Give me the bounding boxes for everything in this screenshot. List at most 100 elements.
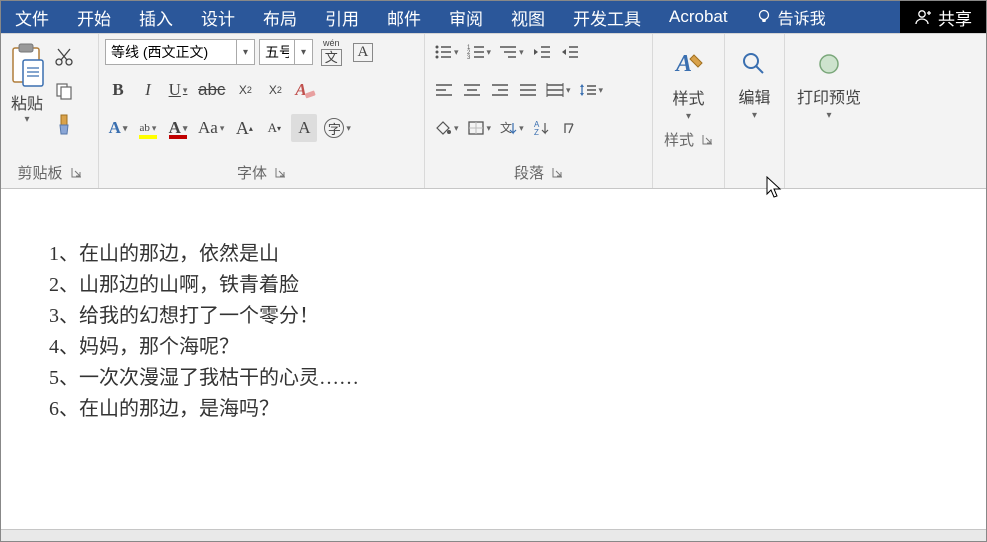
pilcrow-icon [561,120,579,136]
tab-home[interactable]: 开始 [63,1,125,33]
char-border-button[interactable]: A [350,38,377,66]
char-shading-button[interactable]: A [291,114,317,142]
group-print-preview: 打印预览 ▾ [785,34,873,188]
menubar: 文件 开始 插入 设计 布局 引用 邮件 审阅 视图 开发工具 Acrobat … [1,1,986,34]
justify-icon [519,82,537,98]
print-preview-label: 打印预览 [797,84,861,108]
distributed-icon [546,82,564,98]
share-button[interactable]: 共享 [900,1,986,33]
text-direction-icon: 文 [499,120,517,136]
subscript-button[interactable]: X2 [232,76,258,104]
group-clipboard: 粘贴 ▾ 剪贴板 [1,34,99,188]
font-size-dropdown[interactable]: ▾ [294,40,312,64]
grow-font-button[interactable]: A▴ [231,114,257,142]
font-size-input[interactable] [260,40,294,64]
group-styles-label: 样式 [664,129,694,150]
enclose-chars-button[interactable]: 字▾ [321,114,354,142]
doc-line: 6、在山的那边，是海吗？ [49,394,986,425]
increase-indent-button[interactable] [557,38,583,66]
text-effects-button[interactable]: A▾ [105,114,131,142]
paragraph-launcher[interactable] [552,167,563,178]
cut-button[interactable] [51,44,77,70]
strikethrough-button[interactable]: abc [195,76,228,104]
superscript-button[interactable]: X2 [262,76,288,104]
phonetic-top: wén [320,38,343,49]
tab-file[interactable]: 文件 [1,1,63,33]
numbering-button[interactable]: 123▾ [464,38,495,66]
line-spacing-button[interactable]: ▾ [576,76,607,104]
styles-icon: A [672,49,706,79]
font-name-dropdown[interactable]: ▾ [236,40,254,64]
copy-button[interactable] [51,78,77,104]
multilevel-list-button[interactable]: ▾ [496,38,527,66]
borders-button[interactable]: ▾ [464,114,495,142]
edit-button[interactable]: 编辑 ▾ [738,38,770,126]
svg-text:A: A [674,51,692,77]
clipboard-launcher[interactable] [71,167,82,178]
document-area[interactable]: 1、在山的那边，依然是山 2、山那边的山啊，铁青着脸 3、给我的幻想打了一个零分… [1,189,986,529]
italic-button[interactable]: I [135,76,161,104]
align-right-button[interactable] [487,76,513,104]
tab-insert[interactable]: 插入 [125,1,187,33]
bullets-icon [434,44,452,60]
print-preview-button[interactable]: 打印预览 ▾ [797,38,861,126]
copy-icon [54,81,74,101]
doc-line: 2、山那边的山啊，铁青着脸 [49,270,986,301]
tab-review[interactable]: 审阅 [435,1,497,33]
group-styles: A 样式 ▾ 样式 [653,34,725,188]
paste-label: 粘贴 [11,90,43,114]
decrease-indent-button[interactable] [529,38,555,66]
sub-x: X [239,83,247,97]
underline-button[interactable]: U▾ [165,76,191,104]
sort-button[interactable]: AZ [529,114,555,142]
borders-icon [467,120,485,136]
font-name-combo[interactable]: ▾ [105,39,255,65]
phonetic-guide-button[interactable]: wén 文 [317,38,346,66]
change-case-button[interactable]: Aa▾ [195,114,227,142]
sub-n: 2 [247,85,252,95]
group-font: ▾ ▾ wén 文 A B I U▾ [99,34,425,188]
font-name-input[interactable] [106,40,236,64]
paint-bucket-icon [434,120,452,136]
font-color-button[interactable]: A▾ [165,114,191,142]
tab-references[interactable]: 引用 [311,1,373,33]
doc-line: 4、妈妈，那个海呢？ [49,332,986,363]
group-paragraph: ▾ 123▾ ▾ ▾ ▾ ▾ ▾ 文▾ AZ [425,34,653,188]
clear-formatting-button[interactable]: A [292,76,318,104]
svg-text:文: 文 [500,120,512,135]
tab-view[interactable]: 视图 [497,1,559,33]
tab-mailings[interactable]: 邮件 [373,1,435,33]
tab-design[interactable]: 设计 [187,1,249,33]
indent-icon [561,44,579,60]
line-spacing-icon [579,82,597,98]
strike-label: abc [198,80,225,100]
paste-dropdown[interactable]: ▾ [24,114,29,125]
align-left-icon [435,82,453,98]
bold-button[interactable]: B [105,76,131,104]
tab-developer[interactable]: 开发工具 [559,1,655,33]
tab-acrobat[interactable]: Acrobat [655,1,742,33]
text-direction-button[interactable]: 文▾ [496,114,527,142]
align-left-button[interactable] [431,76,457,104]
paste-button[interactable] [7,42,47,88]
distributed-button[interactable]: ▾ [543,76,574,104]
styles-button[interactable]: A 样式 ▾ [672,38,706,126]
tell-me[interactable]: 告诉我 [742,1,840,33]
group-clipboard-label: 剪贴板 [17,162,62,183]
group-edit: 编辑 ▾ [725,34,785,188]
styles-launcher[interactable] [702,134,713,145]
bullets-button[interactable]: ▾ [431,38,462,66]
shrink-font-button[interactable]: A▾ [261,114,287,142]
tab-layout[interactable]: 布局 [249,1,311,33]
justify-button[interactable] [515,76,541,104]
grow-A: A [236,118,249,139]
highlight-button[interactable]: ab▾ [135,114,161,142]
font-launcher[interactable] [275,167,286,178]
shading-button[interactable]: ▾ [431,114,462,142]
format-painter-button[interactable] [51,112,77,138]
lightbulb-icon [756,9,772,25]
align-center-button[interactable] [459,76,485,104]
scissors-icon [54,47,74,67]
show-marks-button[interactable] [557,114,583,142]
font-size-combo[interactable]: ▾ [259,39,313,65]
